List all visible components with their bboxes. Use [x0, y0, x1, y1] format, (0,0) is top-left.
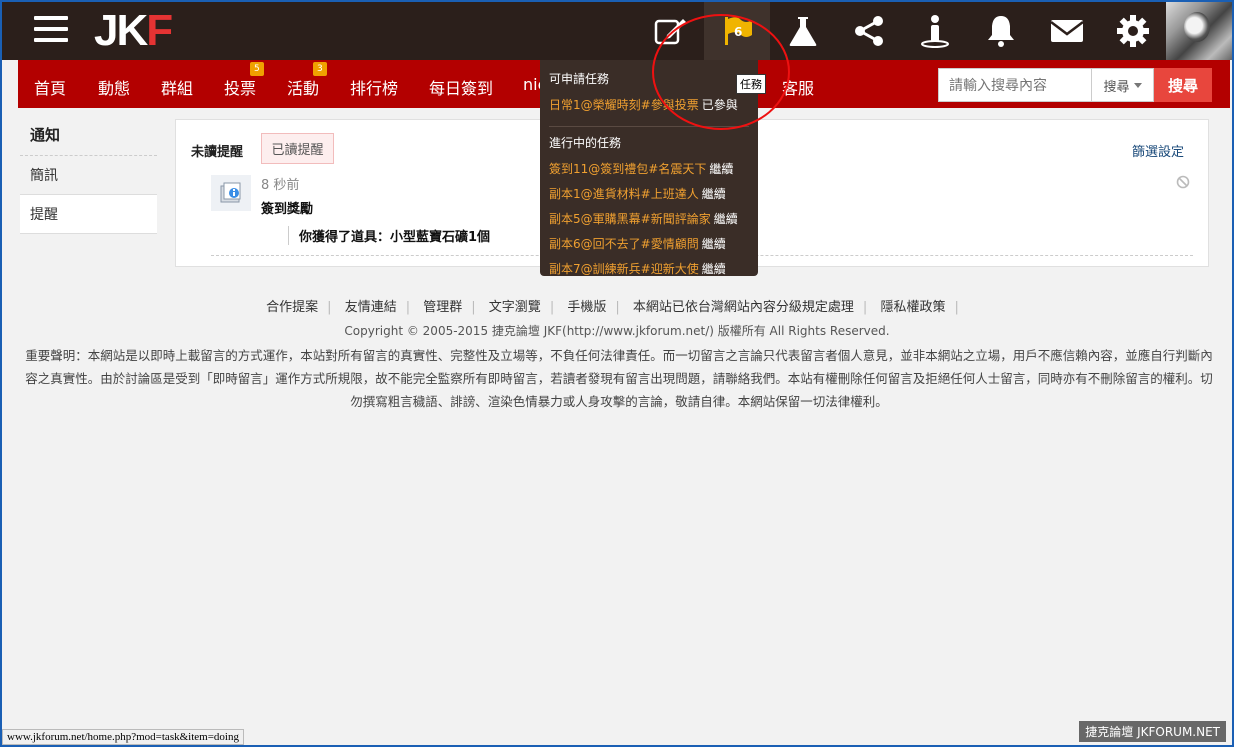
copyright: Copyright © 2005-2015 捷克論壇 JKF(http://ww… — [344, 324, 890, 338]
nav-item-checkin[interactable]: 每日簽到 — [429, 75, 493, 99]
footer-link[interactable]: 合作提案 — [266, 300, 318, 315]
nav-item-home[interactable]: 首頁 — [34, 75, 66, 99]
task-link[interactable]: 簽到11@簽到禮包#名震天下 — [549, 162, 706, 176]
continue-link[interactable]: 繼續 — [702, 187, 726, 201]
info-person-icon[interactable] — [902, 2, 968, 60]
top-bar: JKF 6 — [2, 2, 1232, 60]
tab-unread[interactable]: 未讀提醒 — [191, 141, 243, 160]
events-badge: 3 — [313, 62, 327, 76]
notice-time: 8 秒前 — [261, 178, 300, 193]
nav-item-vote-label: 投票 — [224, 79, 257, 98]
watermark: 捷克論壇 JKFORUM.NET — [1079, 721, 1226, 742]
search-type-select[interactable]: 搜尋 — [1092, 68, 1154, 102]
dismiss-icon[interactable] — [1176, 175, 1190, 189]
system-notice-icon — [211, 175, 251, 211]
continue-link[interactable]: 繼續 — [702, 262, 726, 276]
task-row: 副本7@訓練新兵#迎新大使 繼續 — [549, 257, 749, 282]
site-logo[interactable]: JKF — [94, 8, 173, 54]
task-row: 副本5@軍購黑幕#新聞評論家 繼續 — [549, 207, 749, 232]
avatar[interactable] — [1166, 2, 1232, 60]
footer-link[interactable]: 友情連結 — [345, 300, 397, 315]
browser-status-bar: www.jkforum.net/home.php?mod=task&item=d… — [2, 729, 244, 745]
continue-link[interactable]: 繼續 — [714, 212, 738, 226]
footer-link[interactable]: 手機版 — [567, 300, 606, 315]
filter-settings-link[interactable]: 篩選設定 — [1132, 141, 1184, 160]
task-row: 簽到11@簽到禮包#名震天下 繼續 — [549, 157, 749, 182]
nav-item-groups[interactable]: 群組 — [161, 75, 193, 99]
task-row: 副本6@回不去了#愛情顧問 繼續 — [549, 232, 749, 257]
search-bar: 搜尋 搜尋 — [938, 68, 1212, 102]
task-link[interactable]: 副本7@訓練新兵#迎新大使 — [549, 262, 699, 276]
search-input[interactable] — [938, 68, 1092, 102]
menu-icon[interactable] — [34, 16, 68, 44]
in-progress-heading: 進行中的任務 — [549, 136, 622, 150]
task-row: 副本1@進貨材料#上班達人 繼續 — [549, 182, 749, 207]
footer-link[interactable]: 隱私權政策 — [880, 300, 945, 315]
chevron-down-icon — [1133, 82, 1142, 88]
notice-body: 你獲得了道具：小型藍寶石礦1個 — [288, 226, 490, 245]
highlight-circle — [652, 14, 790, 130]
footer-link[interactable]: 本網站已依台灣網站內容分級規定處理 — [633, 300, 854, 315]
continue-link[interactable]: 繼續 — [702, 237, 726, 251]
bell-icon[interactable] — [968, 2, 1034, 60]
share-icon[interactable] — [836, 2, 902, 60]
disclaimer: 重要聲明：本網站是以即時上載留言的方式運作，本站對所有留言的真實性、完整性及立場… — [25, 348, 1213, 409]
task-link[interactable]: 副本5@軍購黑幕#新聞評論家 — [549, 212, 711, 226]
tab-read[interactable]: 已讀提醒 — [261, 133, 334, 164]
nav-item-ranking[interactable]: 排行榜 — [350, 75, 398, 99]
sidebar-item-reminders[interactable]: 提醒 — [20, 194, 157, 234]
footer-link[interactable]: 文字瀏覽 — [489, 300, 541, 315]
search-type-label: 搜尋 — [1103, 79, 1130, 95]
notification-sidebar: 通知 簡訊 提醒 — [20, 120, 157, 234]
gear-icon[interactable] — [1100, 2, 1166, 60]
notice-title: 簽到獎勵 — [261, 202, 314, 217]
footer-link[interactable]: 管理群 — [423, 300, 462, 315]
task-link[interactable]: 副本1@進貨材料#上班達人 — [549, 187, 699, 201]
continue-link[interactable]: 繼續 — [709, 162, 733, 176]
nav-item-feed[interactable]: 動態 — [98, 75, 130, 99]
nav-item-events[interactable]: 活動 3 — [287, 62, 327, 99]
search-button[interactable]: 搜尋 — [1154, 68, 1212, 102]
vote-badge: 5 — [250, 62, 264, 76]
sidebar-item-messages[interactable]: 簡訊 — [20, 156, 157, 194]
footer-links: 合作提案 | 友情連結 | 管理群 | 文字瀏覽 | 手機版 | 本網站已依台灣網站內容分… — [266, 300, 959, 315]
nav-item-vote[interactable]: 投票 5 — [224, 62, 264, 99]
task-link[interactable]: 副本6@回不去了#愛情顧問 — [549, 237, 699, 251]
sidebar-title: 通知 — [20, 120, 157, 156]
nav-item-events-label: 活動 — [287, 79, 320, 98]
mail-icon[interactable] — [1034, 2, 1100, 60]
